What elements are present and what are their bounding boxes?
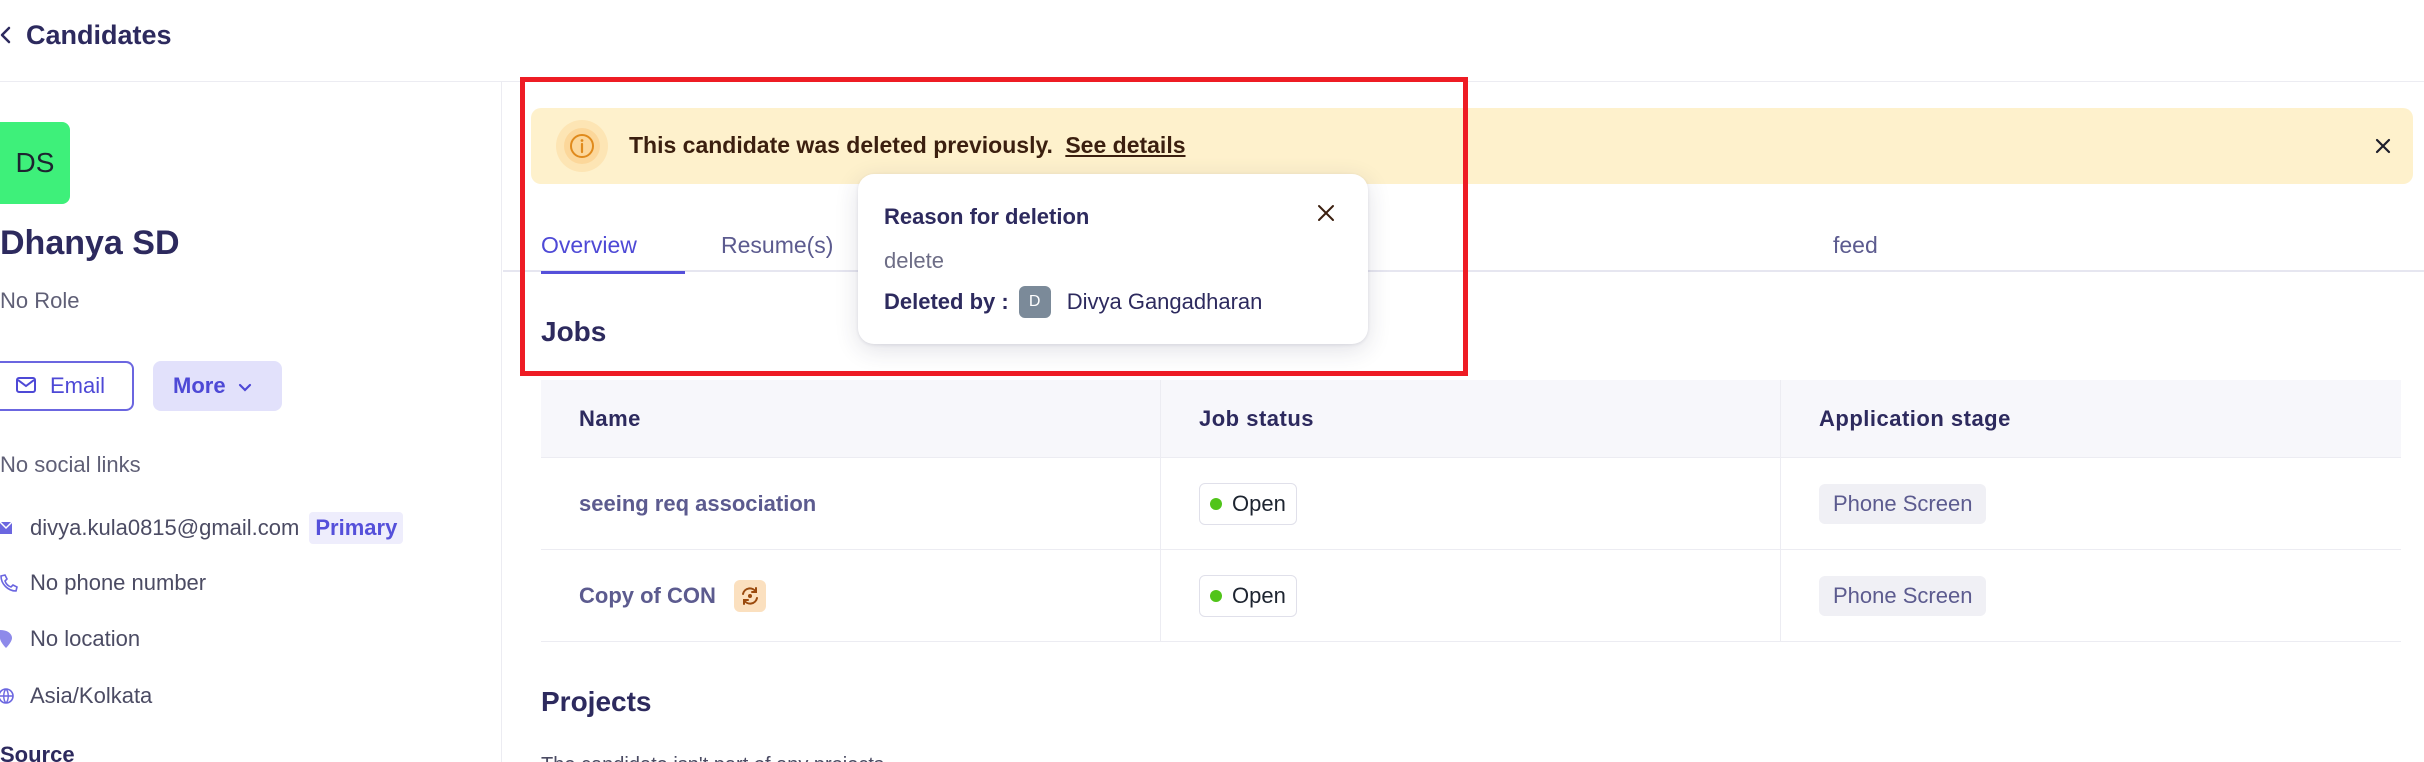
main-content: This candidate was deleted previously. S…	[503, 82, 2424, 762]
close-icon[interactable]	[1313, 200, 1339, 226]
primary-badge: Primary	[309, 512, 404, 544]
jobs-table: Name Job status Application stage seeing…	[541, 380, 2401, 642]
sync-icon	[733, 579, 766, 612]
status-dot	[1210, 589, 1222, 602]
column-header: Job status	[1161, 380, 1781, 457]
chevron-down-icon	[238, 373, 252, 399]
status-label: Open	[1232, 582, 1286, 608]
deleted-by-name: Divya Gangadharan	[1066, 289, 1263, 314]
timezone-text: Asia/Kolkata	[30, 683, 153, 708]
avatar: D	[1018, 286, 1051, 318]
phone-icon	[0, 572, 22, 594]
alert-text: This candidate was deleted previously.	[629, 132, 1053, 158]
stage-badge: Phone Screen	[1819, 575, 1987, 616]
alert-message: This candidate was deleted previously. S…	[629, 132, 1186, 159]
candidate-tabs: Overview Resume(s) feed	[503, 230, 2424, 274]
location-pin-icon	[0, 628, 22, 650]
projects-heading: Projects	[541, 686, 652, 717]
deleted-by-row: Deleted by : D Divya Gangadharan	[884, 286, 1262, 318]
deletion-details-popover: Reason for deletion delete Deleted by : …	[858, 174, 1368, 344]
job-status-cell: Open	[1161, 550, 1781, 641]
top-header: Candidates	[0, 0, 2424, 82]
location-row: No location	[0, 626, 140, 652]
location-text: No location	[30, 626, 141, 651]
candidate-role: No Role	[0, 288, 80, 313]
source-heading: Source	[0, 742, 75, 762]
chevron-left-icon[interactable]	[0, 18, 16, 52]
email-row: divya.kula0815@gmail.com Primary	[0, 512, 404, 544]
deletion-reason: delete	[884, 248, 944, 273]
candidate-sidebar: DS Dhanya SD No Role Email More No socia…	[0, 82, 502, 762]
mail-icon	[16, 373, 36, 399]
deleted-alert-banner: This candidate was deleted previously. S…	[531, 108, 2413, 184]
close-icon[interactable]	[2369, 132, 2397, 160]
status-badge: Open	[1199, 574, 1297, 617]
popover-title: Reason for deletion	[884, 204, 1090, 229]
info-icon	[556, 120, 608, 172]
social-links: No social links	[0, 452, 141, 477]
email-button[interactable]: Email	[0, 361, 134, 411]
table-header: Name Job status Application stage	[541, 380, 2401, 458]
status-label: Open	[1232, 490, 1286, 516]
job-name-cell: seeing req association	[541, 458, 1161, 549]
envelope-icon	[0, 517, 22, 539]
tab-resumes[interactable]: Resume(s)	[721, 230, 833, 272]
table-row[interactable]: Copy of CON Open Phone Screen	[541, 550, 2401, 642]
more-button[interactable]: More	[153, 361, 282, 411]
tab-feed[interactable]: feed	[1833, 230, 1878, 272]
phone-row: No phone number	[0, 570, 206, 596]
timezone-row: Asia/Kolkata	[0, 683, 152, 709]
deleted-by-label: Deleted by :	[884, 289, 1009, 314]
status-badge: Open	[1199, 482, 1297, 525]
stage-cell: Phone Screen	[1781, 458, 2401, 549]
email-address[interactable]: divya.kula0815@gmail.com	[30, 515, 299, 541]
stage-cell: Phone Screen	[1781, 550, 2401, 641]
jobs-heading: Jobs	[541, 316, 607, 347]
table-row[interactable]: seeing req association Open Phone Screen	[541, 458, 2401, 550]
job-status-cell: Open	[1161, 458, 1781, 549]
job-name-cell: Copy of CON	[541, 550, 1161, 641]
job-name[interactable]: Copy of CON	[579, 583, 716, 609]
phone-number: No phone number	[30, 570, 207, 595]
job-name[interactable]: seeing req association	[579, 491, 816, 517]
page-title: Candidates	[26, 20, 172, 50]
stage-badge: Phone Screen	[1819, 483, 1987, 524]
candidate-page: Candidates DS Dhanya SD No Role Email Mo…	[0, 0, 2424, 762]
candidate-name: Dhanya SD	[0, 224, 180, 262]
globe-icon	[0, 685, 22, 707]
see-details-link[interactable]: See details	[1065, 132, 1185, 158]
avatar: DS	[0, 122, 70, 204]
status-dot	[1210, 497, 1222, 510]
tab-overview[interactable]: Overview	[541, 230, 685, 274]
column-header: Name	[541, 380, 1161, 457]
email-button-label: Email	[50, 373, 106, 398]
more-button-label: More	[173, 373, 226, 398]
projects-empty-text: The candidate isn't part of any projects	[541, 754, 884, 762]
column-header: Application stage	[1819, 405, 2011, 431]
